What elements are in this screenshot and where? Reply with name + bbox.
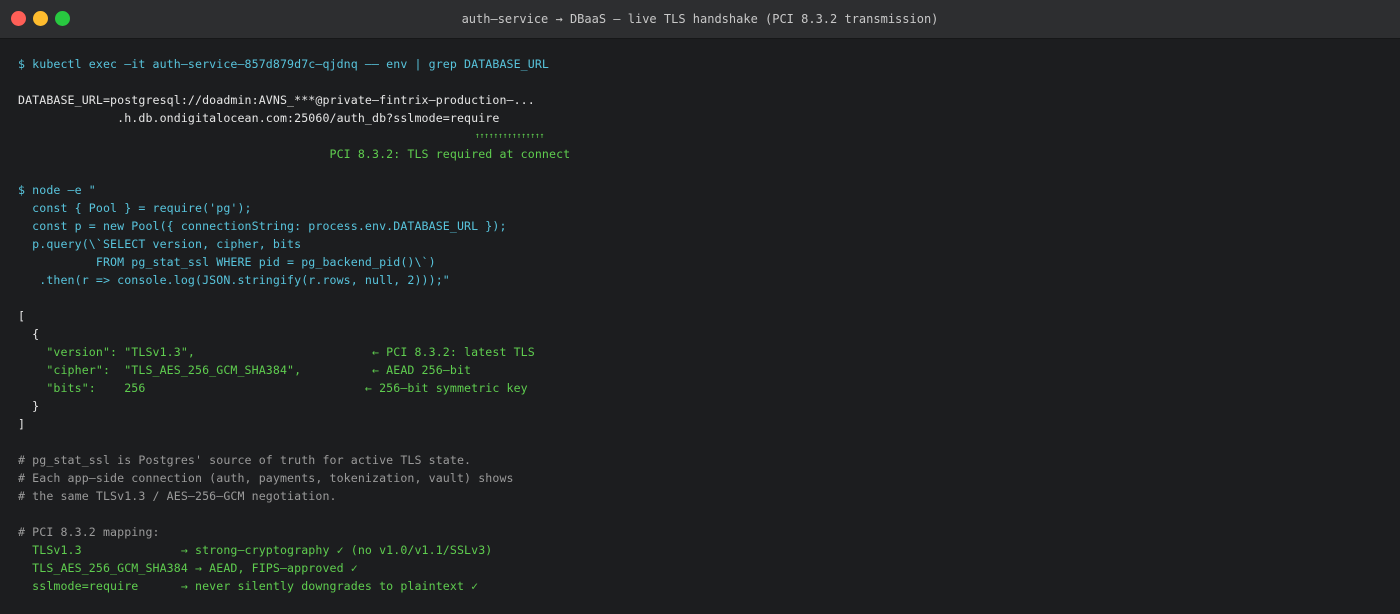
command-line: const { Pool } = require('pg'); (18, 201, 252, 215)
terminal-window: auth–service → DBaaS — live TLS handshak… (0, 0, 1400, 614)
output-line: } (18, 399, 40, 413)
command-line: p.query(\`SELECT version, cipher, bits (18, 237, 302, 251)
comment-line: # pg_stat_ssl is Postgres' source of tru… (18, 453, 472, 467)
output-line: .h.db.ondigitalocean.com:25060/auth_db?s… (18, 111, 500, 125)
window-title: auth–service → DBaaS — live TLS handshak… (461, 12, 939, 26)
output-line: [ (18, 309, 26, 323)
output-line: { (18, 327, 40, 341)
command-line: .then(r => console.log(JSON.stringify(r.… (18, 273, 450, 287)
mapping-line: TLSv1.3 → strong–cryptography ✓ (no v1.0… (18, 543, 493, 557)
json-row: "bits": 256 ← 256–bit symmetric key (18, 381, 528, 395)
comment-line: # PCI 8.3.2 mapping: (18, 525, 160, 539)
highlight-marks: ↑↑↑↑↑↑↑↑↑↑↑↑↑↑↑ (18, 131, 545, 140)
command-line: FROM pg_stat_ssl WHERE pid = pg_backend_… (18, 255, 436, 269)
comment-line: # the same TLSv1.3 / AES–256–GCM negotia… (18, 489, 337, 503)
command-line: $ node –e " (18, 183, 96, 197)
json-row: "version": "TLSv1.3", ← PCI 8.3.2: lates… (18, 345, 535, 359)
output-line: ] (18, 417, 26, 431)
comment-line: # Each app–side connection (auth, paymen… (18, 471, 514, 485)
terminal-output[interactable]: $ kubectl exec –it auth–service–857d879d… (0, 39, 1400, 595)
command-line: $ kubectl exec –it auth–service–857d879d… (18, 57, 550, 71)
command-line: const p = new Pool({ connectionString: p… (18, 219, 507, 233)
output-line: DATABASE_URL=postgresql://doadmin:AVNS_*… (18, 93, 535, 107)
mapping-line: TLS_AES_256_GCM_SHA384 → AEAD, FIPS–appr… (18, 561, 358, 575)
annotation-line: PCI 8.3.2: TLS required at connect (18, 147, 571, 161)
title-bar: auth–service → DBaaS — live TLS handshak… (0, 0, 1400, 39)
json-row: "cipher": "TLS_AES_256_GCM_SHA384", ← AE… (18, 363, 472, 377)
mapping-line: sslmode=require → never silently downgra… (18, 579, 479, 593)
